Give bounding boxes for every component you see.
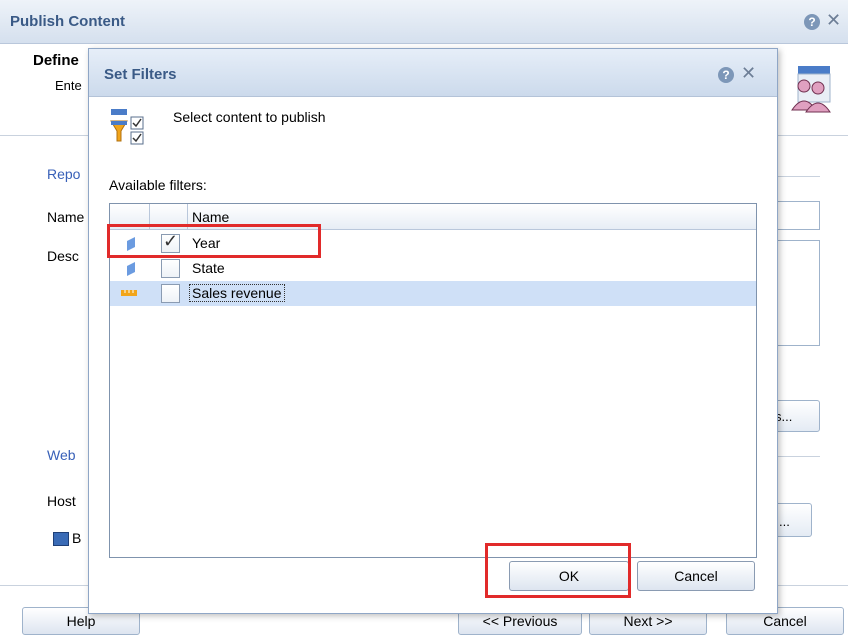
description-label: Desc — [47, 248, 79, 264]
filter-label: State — [192, 260, 225, 276]
browse-label: B — [72, 530, 82, 546]
outer-enter-text: Ente — [55, 78, 82, 93]
outer-title: Publish Content — [10, 13, 125, 30]
ok-highlight-box — [485, 543, 631, 598]
sales-revenue-checkbox[interactable] — [161, 284, 180, 303]
dialog-help-icon[interactable]: ? — [718, 67, 734, 83]
description-field[interactable] — [776, 240, 820, 346]
report-section-label: Repo — [47, 166, 81, 182]
instruction-text: Select content to publish — [173, 109, 326, 125]
set-filters-dialog: Set Filters ? ✕ Select content to publis… — [88, 48, 778, 614]
outer-help-icon[interactable]: ? — [804, 14, 820, 30]
outer-close-icon[interactable]: ✕ — [826, 10, 841, 31]
outer-title-bar: Publish Content ? ✕ — [0, 0, 848, 44]
name-label: Name — [47, 209, 85, 225]
name-field[interactable] — [776, 201, 820, 230]
dialog-close-icon[interactable]: ✕ — [741, 63, 756, 84]
web-section-label: Web — [47, 447, 76, 463]
measure-icon — [121, 290, 137, 296]
name-column-header[interactable]: Name — [192, 209, 229, 225]
available-filters-label: Available filters: — [109, 177, 207, 193]
filter-row-sales-revenue[interactable]: Sales revenue — [110, 281, 756, 306]
filter-icon — [110, 109, 144, 145]
dialog-title: Set Filters — [104, 66, 177, 83]
state-checkbox[interactable] — [161, 259, 180, 278]
host-label: Host — [47, 493, 76, 509]
filter-row-state[interactable]: State — [110, 256, 756, 281]
dimension-icon — [127, 262, 135, 276]
dialog-cancel-button[interactable]: Cancel — [637, 561, 755, 591]
report-section-divider — [776, 176, 820, 177]
computer-icon — [53, 532, 69, 546]
filter-label: Sales revenue — [189, 284, 285, 302]
users-icon — [791, 66, 831, 113]
web-section-divider — [776, 456, 820, 457]
outer-section-title: Define — [33, 52, 79, 69]
year-highlight-box — [107, 224, 321, 258]
dialog-title-bar: Set Filters ? ✕ — [89, 49, 777, 97]
